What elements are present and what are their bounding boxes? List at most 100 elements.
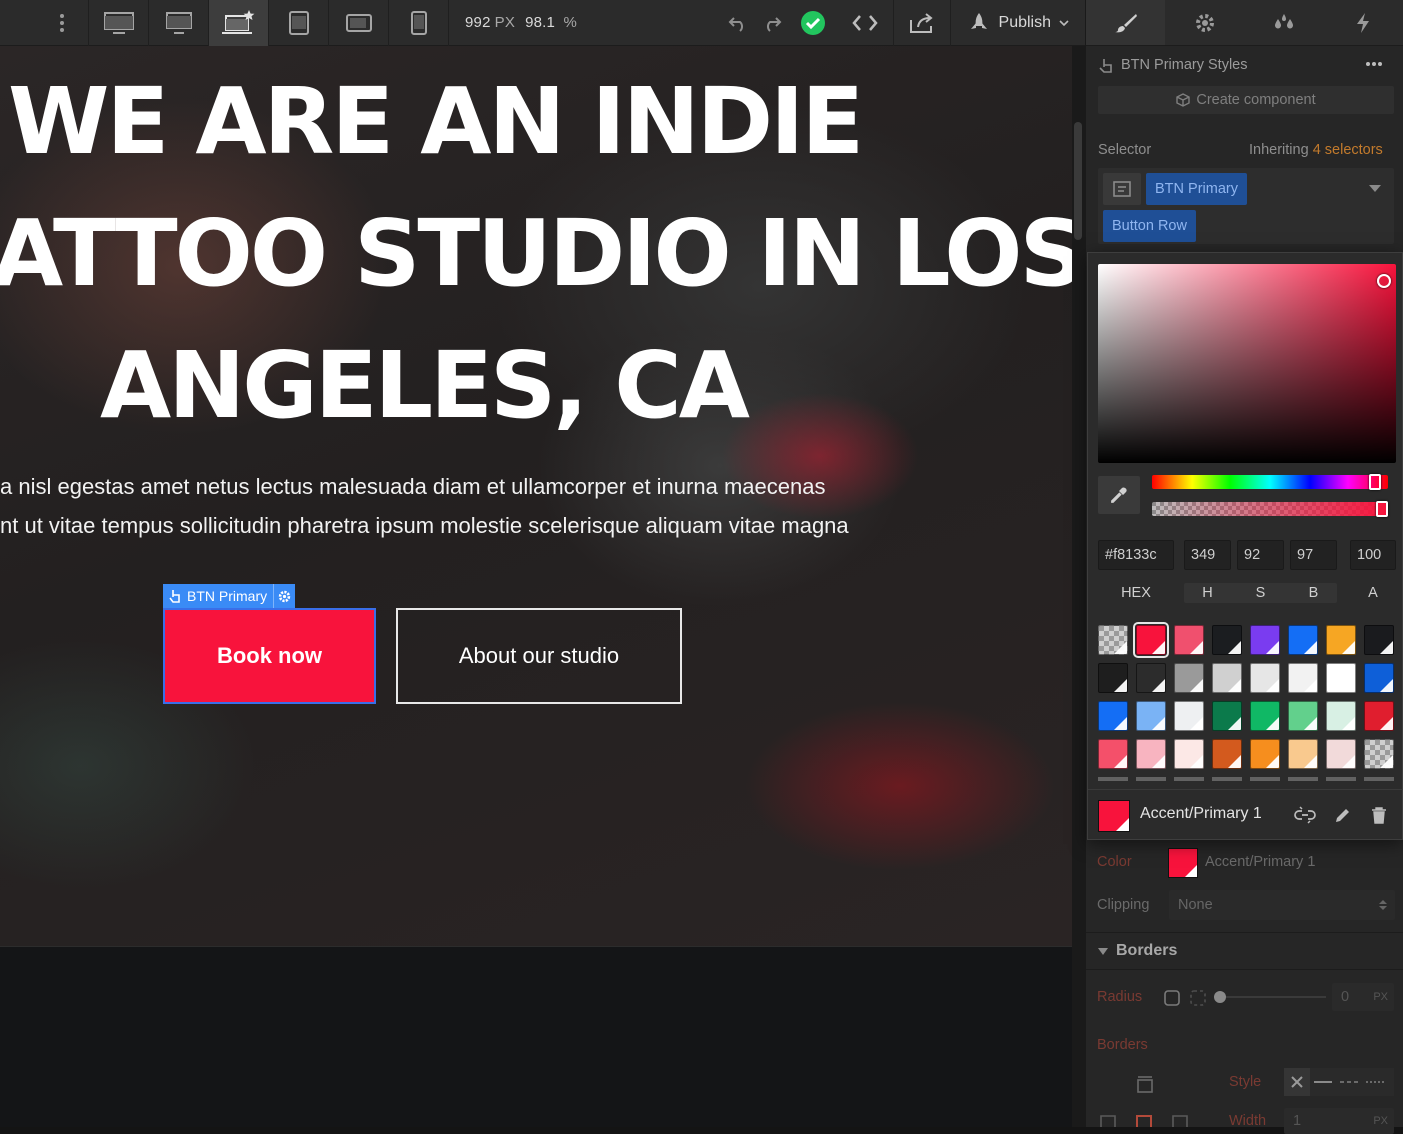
color-swatch[interactable] — [1136, 663, 1166, 693]
hue-input[interactable]: 349 — [1184, 540, 1231, 570]
saturation-brightness-handle[interactable] — [1377, 274, 1391, 288]
hero-heading-line-1[interactable]: WE ARE AN INDIE — [8, 76, 864, 168]
color-swatch[interactable] — [1364, 701, 1394, 731]
color-swatch[interactable] — [1136, 739, 1166, 769]
borders-section-header[interactable]: Borders — [1086, 932, 1403, 970]
border-left-icon[interactable] — [1100, 1115, 1116, 1127]
selected-element-tag[interactable]: BTN Primary — [163, 584, 296, 608]
clipping-select[interactable]: None — [1169, 890, 1395, 920]
create-component-button[interactable]: Create component — [1098, 86, 1394, 114]
unlink-icon[interactable] — [1294, 806, 1316, 824]
color-swatch[interactable] — [1364, 625, 1394, 655]
hue-slider-handle[interactable] — [1369, 474, 1382, 490]
status-indicator[interactable] — [789, 0, 837, 46]
hero-heading-line-2[interactable]: ATTOO STUDIO IN LOS — [0, 208, 1072, 300]
color-swatch[interactable] — [1212, 663, 1242, 693]
border-style-dashed[interactable] — [1336, 1081, 1362, 1083]
color-value[interactable]: Accent/Primary 1 — [1205, 854, 1315, 870]
alpha-slider-handle[interactable] — [1376, 501, 1388, 517]
hero-paragraph-line-1[interactable]: a nisl egestas amet netus lectus malesua… — [0, 476, 825, 498]
device-mobile-landscape[interactable] — [329, 0, 389, 46]
device-laptop-base[interactable] — [209, 0, 269, 46]
trash-icon[interactable] — [1371, 806, 1387, 824]
alpha-input[interactable]: 100 — [1350, 540, 1396, 570]
selector-field[interactable]: BTN Primary Button Row — [1098, 168, 1394, 244]
hero-heading-line-3[interactable]: ANGELES, CA — [100, 340, 750, 432]
border-top-icon[interactable] — [1136, 1115, 1152, 1127]
color-swatch[interactable] — [1250, 739, 1280, 769]
hex-input[interactable]: #f8133c — [1098, 540, 1174, 570]
color-swatch[interactable] — [1288, 663, 1318, 693]
device-tablet[interactable] — [269, 0, 329, 46]
canvas-scrollbar-thumb[interactable] — [1074, 122, 1082, 240]
color-swatch[interactable] — [1288, 739, 1318, 769]
radius-input[interactable]: 0 PX — [1332, 983, 1394, 1011]
color-swatch[interactable] — [1174, 663, 1204, 693]
element-settings-button[interactable] — [273, 584, 295, 608]
tab-settings[interactable] — [1165, 0, 1244, 45]
color-swatch[interactable] — [1174, 701, 1204, 731]
border-style-none[interactable] — [1284, 1068, 1310, 1096]
radius-individual-icon[interactable] — [1190, 990, 1206, 1006]
color-swatch[interactable] — [1250, 625, 1280, 655]
saturation-input[interactable]: 92 — [1237, 540, 1284, 570]
radius-slider-track[interactable] — [1216, 996, 1326, 998]
tab-style-manager[interactable] — [1245, 0, 1324, 45]
device-desktop-wide[interactable] — [89, 0, 149, 46]
hero-paragraph-line-2[interactable]: nt ut vitae tempus sollicitudin pharetra… — [0, 515, 849, 537]
color-swatch[interactable] — [1136, 701, 1166, 731]
border-right-icon[interactable] — [1172, 1115, 1188, 1127]
tab-style[interactable] — [1086, 0, 1166, 45]
color-swatch[interactable] — [1250, 701, 1280, 731]
color-swatch[interactable] — [1098, 701, 1128, 731]
code-export-button[interactable] — [837, 0, 893, 46]
color-swatch[interactable] — [1168, 848, 1198, 878]
color-swatch[interactable] — [1326, 701, 1356, 731]
color-swatch[interactable] — [1288, 701, 1318, 731]
color-swatch[interactable] — [1326, 739, 1356, 769]
color-swatch[interactable] — [1364, 739, 1394, 769]
color-swatch[interactable] — [1250, 663, 1280, 693]
design-canvas[interactable]: WE ARE AN INDIE ATTOO STUDIO IN LOS ANGE… — [0, 46, 1072, 946]
border-all-sides-icon[interactable] — [1136, 1076, 1154, 1094]
color-swatch[interactable] — [1212, 701, 1242, 731]
color-swatch[interactable] — [1326, 663, 1356, 693]
color-swatch[interactable] — [1174, 739, 1204, 769]
radius-slider-handle[interactable] — [1214, 991, 1226, 1003]
about-studio-button[interactable]: About our studio — [396, 608, 682, 704]
color-swatch[interactable] — [1133, 622, 1169, 658]
color-swatch[interactable] — [1098, 625, 1128, 655]
pencil-icon[interactable] — [1334, 806, 1352, 824]
eyedropper-button[interactable] — [1098, 476, 1140, 514]
more-menu-button[interactable] — [0, 0, 88, 46]
color-swatch[interactable] — [1212, 625, 1242, 655]
selector-chip-btn-primary[interactable]: BTN Primary — [1146, 173, 1247, 205]
undo-button[interactable] — [721, 0, 755, 46]
alpha-slider[interactable] — [1152, 501, 1388, 517]
color-swatch[interactable] — [1212, 739, 1242, 769]
hue-slider[interactable] — [1152, 474, 1388, 490]
inheriting-info[interactable]: Inheriting 4 selectors — [1249, 142, 1383, 158]
redo-button[interactable] — [755, 0, 789, 46]
saturation-brightness-area[interactable] — [1098, 264, 1396, 463]
border-width-input[interactable]: 1 PX — [1284, 1108, 1394, 1134]
device-desktop[interactable] — [149, 0, 209, 46]
color-swatch[interactable] — [1098, 739, 1128, 769]
color-swatch[interactable] — [1364, 663, 1394, 693]
book-now-button[interactable]: Book now — [163, 608, 376, 704]
share-button[interactable] — [894, 0, 950, 46]
radius-all-icon[interactable] — [1164, 990, 1180, 1006]
color-swatch[interactable] — [1326, 625, 1356, 655]
selector-type-button[interactable] — [1103, 173, 1141, 205]
chevron-down-icon[interactable] — [1369, 185, 1381, 193]
device-mobile-portrait[interactable] — [389, 0, 449, 46]
more-options-icon[interactable] — [1366, 62, 1382, 66]
brightness-input[interactable]: 97 — [1290, 540, 1337, 570]
selector-chip-button-row[interactable]: Button Row — [1103, 210, 1196, 242]
publish-button[interactable]: Publish — [951, 12, 1085, 34]
border-style-solid[interactable] — [1310, 1081, 1336, 1083]
tab-interactions[interactable] — [1324, 0, 1403, 45]
color-swatch[interactable] — [1098, 663, 1128, 693]
color-swatch[interactable] — [1288, 625, 1318, 655]
border-style-dotted[interactable] — [1362, 1081, 1388, 1083]
